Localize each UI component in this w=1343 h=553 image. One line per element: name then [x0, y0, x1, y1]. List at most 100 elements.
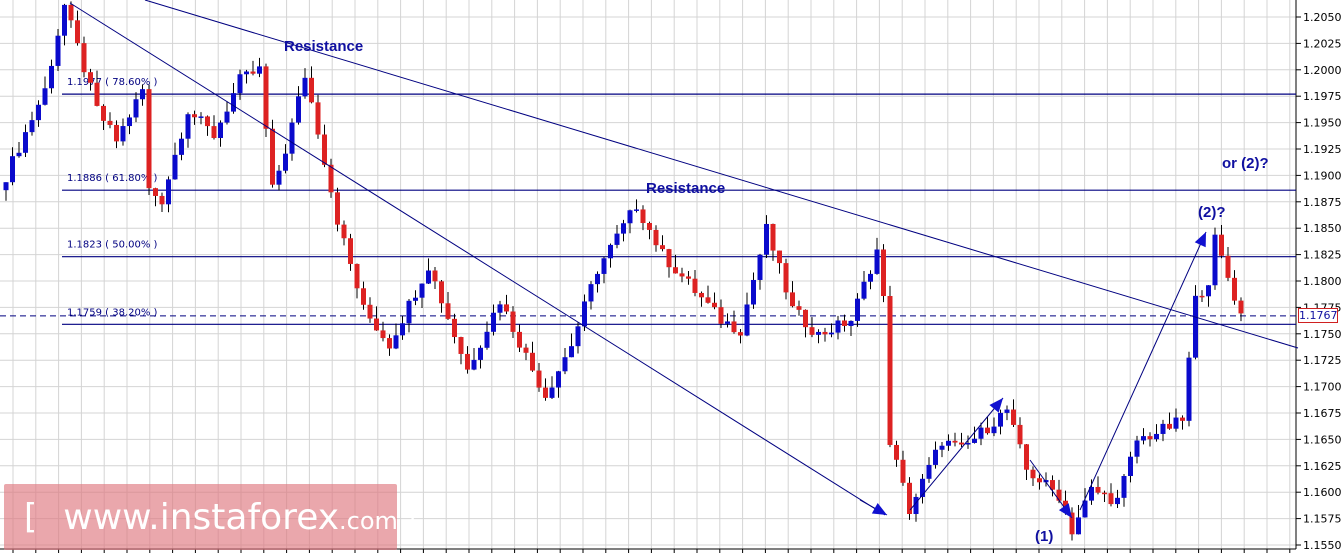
- current-price-tag: 1.1767: [1298, 308, 1338, 323]
- candle-body: [1128, 456, 1133, 476]
- candle: [218, 120, 223, 147]
- candle-body: [712, 302, 717, 308]
- candle: [1160, 419, 1166, 442]
- candle-body: [939, 445, 945, 450]
- candle-body: [159, 195, 165, 205]
- candle: [660, 235, 665, 252]
- candle-body: [374, 318, 379, 331]
- candle: [29, 111, 35, 136]
- candle: [75, 10, 80, 46]
- candle-body: [1004, 409, 1010, 413]
- candle-body: [3, 182, 9, 191]
- y-tick-label: 1.1875: [1303, 196, 1342, 209]
- candle-body: [900, 459, 906, 483]
- candle-body: [354, 263, 360, 289]
- y-tick-label: 1.1725: [1303, 354, 1342, 367]
- candle-body: [276, 170, 282, 185]
- fib-level-label: 1.1886 ( 61.80% ): [67, 173, 158, 184]
- candle-body: [601, 258, 607, 274]
- candle-body: [673, 267, 678, 274]
- candle-body: [55, 35, 61, 66]
- candle-body: [1134, 440, 1140, 457]
- candle-body: [270, 128, 275, 185]
- candle-body: [1024, 444, 1029, 470]
- candle-body: [335, 192, 340, 225]
- candle: [588, 281, 594, 310]
- candle-body: [140, 89, 145, 100]
- candle: [991, 417, 997, 437]
- candle: [127, 114, 132, 135]
- candle-body: [835, 320, 841, 333]
- candle: [881, 244, 886, 303]
- candle-body: [283, 153, 288, 171]
- candle-body: [192, 114, 197, 118]
- candle-body: [1225, 255, 1231, 278]
- candle: [55, 29, 61, 71]
- candle: [926, 457, 932, 483]
- candle: [796, 300, 802, 316]
- watermark-bracket-close: ]: [405, 504, 417, 534]
- candle-body: [1232, 277, 1237, 301]
- candle-body: [1193, 295, 1198, 358]
- candle-body: [49, 65, 54, 89]
- fib-level-label: 1.1977 ( 78.60% ): [67, 77, 158, 88]
- candle: [250, 60, 256, 76]
- candle: [1173, 408, 1179, 432]
- candle-body: [237, 74, 243, 94]
- candle: [1108, 483, 1114, 507]
- candle: [757, 253, 763, 290]
- candle: [822, 327, 828, 342]
- candle-body: [686, 276, 691, 279]
- candle: [205, 115, 210, 136]
- candle-body: [322, 134, 327, 165]
- candle-body: [679, 273, 685, 277]
- candle-body: [569, 346, 574, 358]
- candle-body: [1037, 478, 1042, 483]
- candle-body: [62, 4, 67, 36]
- candle-body: [250, 71, 256, 74]
- candle: [361, 281, 366, 310]
- candle-body: [439, 281, 444, 304]
- y-tick-label: 1.1550: [1303, 539, 1342, 552]
- candle-body: [94, 82, 100, 106]
- candle-body: [231, 93, 236, 112]
- candle-body: [81, 43, 87, 73]
- candle-body: [1017, 424, 1023, 445]
- candle-body: [647, 223, 652, 230]
- candle-body: [965, 442, 971, 445]
- candle: [10, 147, 15, 186]
- candle: [790, 281, 795, 308]
- candle: [166, 176, 171, 213]
- candle: [101, 104, 106, 131]
- chart-container: 1.2050 1.2025 1.2000 1.1975 1.1950 1.1925 1.19…: [0, 0, 1343, 553]
- candle-body: [1238, 300, 1244, 314]
- candle-body: [68, 4, 74, 21]
- candle-body: [770, 223, 776, 251]
- candle: [530, 341, 535, 372]
- candle-body: [296, 96, 301, 123]
- candle: [153, 187, 158, 207]
- candle: [1238, 297, 1244, 322]
- candle: [322, 124, 327, 168]
- instaforex-watermark: [ www.instaforex .com ]: [4, 484, 416, 550]
- candle-body: [452, 318, 457, 338]
- candle: [107, 112, 113, 129]
- candle: [549, 376, 555, 400]
- candle-body: [504, 304, 509, 312]
- candle-body: [608, 244, 613, 259]
- candle: [341, 220, 347, 246]
- candle-body: [10, 156, 15, 183]
- candle-body: [972, 438, 977, 443]
- fib-level-label: 1.1823 ( 50.00% ): [67, 240, 158, 251]
- candle-body: [218, 122, 223, 138]
- y-tick-label: 1.1600: [1303, 486, 1342, 499]
- candle: [803, 309, 808, 338]
- candle-body: [926, 464, 932, 479]
- candle-body: [517, 331, 522, 348]
- candle: [1128, 451, 1133, 483]
- candle: [452, 313, 457, 344]
- wave-annotation: or (2)?: [1222, 155, 1269, 172]
- candle-body: [744, 304, 750, 336]
- candle: [302, 68, 308, 99]
- candle-body: [133, 99, 139, 118]
